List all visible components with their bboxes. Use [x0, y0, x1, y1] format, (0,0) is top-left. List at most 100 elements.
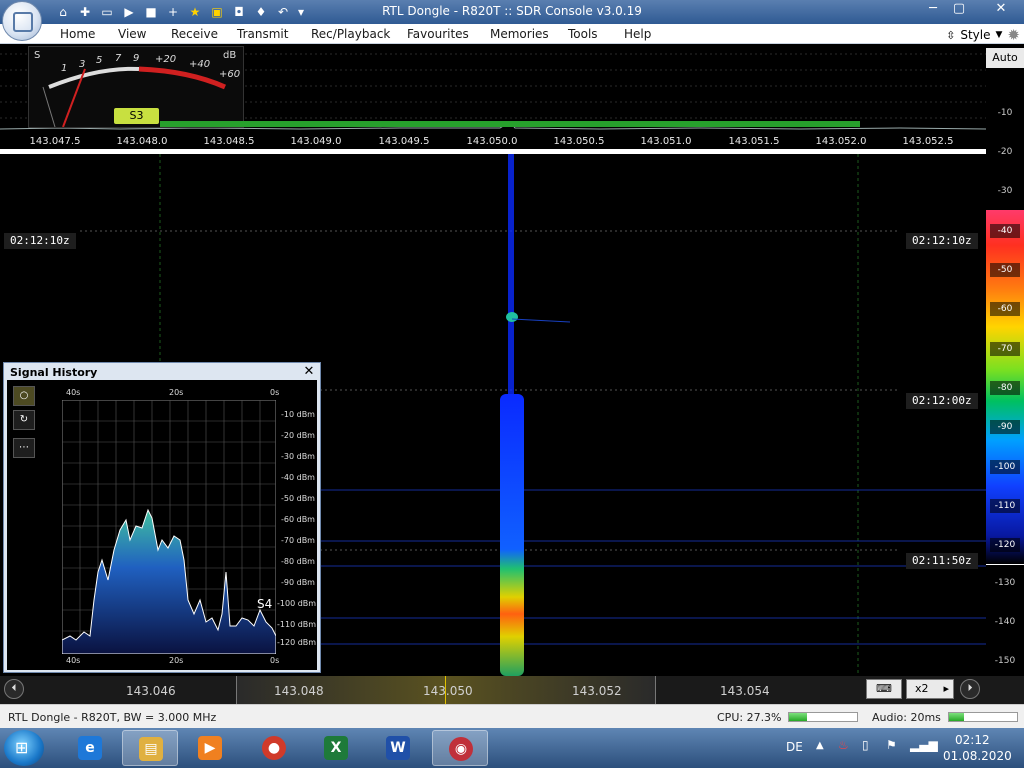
color-level: -100: [990, 460, 1020, 474]
band-freq: 143.048: [274, 684, 324, 698]
time-bottom-40s: 40s: [66, 656, 81, 665]
time-top-0s: 0s: [270, 388, 280, 397]
menu-receive[interactable]: Receive: [171, 27, 218, 41]
signal-history-chart: [62, 400, 276, 654]
window-title: RTL Dongle - R820T :: SDR Console v3.0.1…: [382, 4, 642, 18]
clock-time[interactable]: 02:12: [955, 733, 990, 747]
gear-icon[interactable]: ✹: [1007, 26, 1020, 44]
dbm-label: -80 dBm: [281, 557, 315, 566]
chevron-down-icon: ▼: [995, 30, 1003, 40]
more-icon[interactable]: ⋯: [13, 438, 35, 458]
level-tick: -30: [997, 186, 1013, 196]
play-small-icon: ▸: [943, 682, 949, 695]
menu-view[interactable]: View: [118, 27, 146, 41]
taskbar-word[interactable]: W: [370, 730, 426, 766]
maximize-button[interactable]: ▢: [946, 0, 972, 20]
time-label-right: 02:11:50z: [906, 553, 978, 569]
taskbar-excel[interactable]: X: [308, 730, 364, 766]
sdr-console-icon: ◉: [449, 737, 473, 761]
scroll-right-icon[interactable]: ⏵: [960, 679, 980, 699]
network-tray-icon[interactable]: ▂▄▆: [910, 738, 938, 752]
color-level: -80: [990, 381, 1020, 395]
chrome-icon: ●: [262, 736, 286, 760]
menu-transmit[interactable]: Transmit: [237, 27, 288, 41]
time-label-left: 02:12:10z: [4, 233, 76, 249]
frequency-ruler[interactable]: 143.047.5 143.048.0 143.048.5 143.049.0 …: [0, 132, 986, 150]
s-meter-s-label: S: [34, 50, 41, 61]
freq-tick: 143.052.5: [902, 136, 954, 147]
ie-icon: e: [78, 736, 102, 760]
freq-tick: 143.050.0: [466, 136, 518, 147]
updown-icon: ⇳: [946, 28, 956, 42]
freq-tick: 143.047.5: [29, 136, 81, 147]
device-tray-icon[interactable]: ▯: [862, 738, 869, 752]
color-level: -120: [990, 538, 1020, 552]
time-top-40s: 40s: [66, 388, 81, 397]
scroll-left-icon[interactable]: ⏴: [4, 679, 24, 699]
audio-meter: [948, 712, 1018, 722]
band-freq: 143.052: [572, 684, 622, 698]
menu-home[interactable]: Home: [60, 27, 95, 41]
refresh-icon[interactable]: ↻: [13, 410, 35, 430]
clock-date[interactable]: 01.08.2020: [943, 749, 1012, 763]
excel-icon: X: [324, 736, 348, 760]
language-indicator[interactable]: DE: [786, 740, 803, 754]
time-label-right: 02:12:10z: [906, 233, 978, 249]
media-player-icon: ▶: [198, 736, 222, 760]
menu-favourites[interactable]: Favourites: [407, 27, 469, 41]
menu-bar: Home View Receive Transmit Rec/Playback …: [0, 24, 1024, 44]
time-bottom-20s: 20s: [169, 656, 184, 665]
flag-tray-icon[interactable]: ⚑: [886, 738, 897, 752]
status-bar: RTL Dongle - R820T, BW = 3.000 MHz CPU: …: [0, 704, 1024, 728]
keyboard-icon[interactable]: ⌨: [866, 679, 902, 699]
audio-meter-fill: [949, 713, 964, 721]
zoom-label: x2: [915, 682, 929, 695]
taskbar-chrome[interactable]: ●: [246, 730, 302, 766]
auto-button[interactable]: Auto: [986, 48, 1024, 68]
s-meter-scale-1: 1: [61, 63, 68, 74]
cpu-meter-fill: [789, 713, 808, 721]
taskbar-ie[interactable]: e: [62, 730, 118, 766]
level-tick: -150: [994, 656, 1016, 666]
dbm-label: -70 dBm: [281, 536, 315, 545]
color-level: -50: [990, 263, 1020, 277]
signal-history-window: Signal History ✕ ○ ↻ ⋯ 40s 20s 0s -10 dB…: [3, 362, 321, 673]
style-menu[interactable]: ⇳ Style ▼ ✹: [946, 26, 1020, 44]
cpu-status: CPU: 27.3%: [717, 711, 782, 724]
tray-expand-icon[interactable]: ▲: [816, 740, 824, 751]
color-level: -70: [990, 342, 1020, 356]
dbm-label: -30 dBm: [281, 452, 315, 461]
cpu-meter: [788, 712, 858, 722]
taskbar-explorer[interactable]: ▤: [122, 730, 178, 766]
dbm-label: -100 dBm: [277, 599, 317, 608]
minimize-button[interactable]: ─: [920, 0, 946, 20]
freq-tick: 143.052.0: [815, 136, 867, 147]
menu-rec-playback[interactable]: Rec/Playback: [311, 27, 390, 41]
close-icon[interactable]: ✕: [302, 364, 316, 379]
freq-tick: 143.049.0: [290, 136, 342, 147]
taskbar-sdr-console[interactable]: ◉: [432, 730, 488, 766]
close-button[interactable]: ✕: [984, 0, 1018, 20]
acrobat-tray-icon[interactable]: ♨: [838, 738, 849, 752]
circle-icon[interactable]: ○: [13, 386, 35, 406]
title-bar: ⌂ ✚ ▭ ▶ ■ + ★ ▣ ◘ ♦ ↶ ▾ RTL Dongle - R82…: [0, 0, 1024, 24]
level-tick: -20: [997, 147, 1013, 157]
menu-memories[interactable]: Memories: [490, 27, 549, 41]
start-button[interactable]: ⊞: [4, 730, 44, 766]
band-freq: 143.050: [423, 684, 473, 698]
app-menu-button[interactable]: [2, 1, 42, 41]
word-icon: W: [386, 736, 410, 760]
band-navigator[interactable]: ⏴ 143.046 143.048 143.050 143.052 143.05…: [0, 676, 1024, 704]
dbm-label: -60 dBm: [281, 515, 315, 524]
menu-help[interactable]: Help: [624, 27, 651, 41]
s-meter-scale-7: 7: [115, 53, 122, 64]
band-freq: 143.054: [720, 684, 770, 698]
zoom-button[interactable]: x2 ▸: [906, 679, 954, 699]
color-level: -60: [990, 302, 1020, 316]
device-status: RTL Dongle - R820T, BW = 3.000 MHz: [8, 711, 217, 724]
taskbar-media-player[interactable]: ▶: [182, 730, 238, 766]
dbm-label: -40 dBm: [281, 473, 315, 482]
menu-tools[interactable]: Tools: [568, 27, 598, 41]
s-meter-scale-3: 3: [79, 59, 86, 70]
color-level: -110: [990, 499, 1020, 513]
